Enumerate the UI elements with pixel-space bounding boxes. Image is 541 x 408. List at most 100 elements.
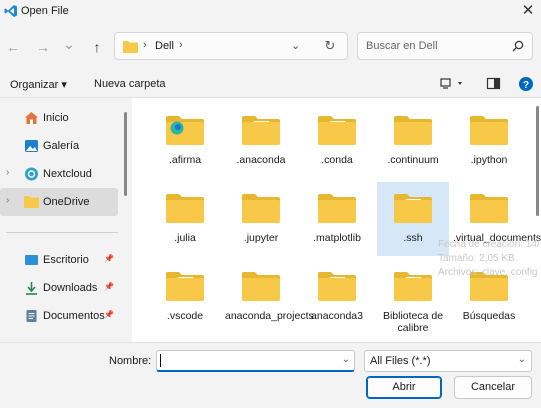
chevron-down-icon[interactable]: ⌄ <box>518 354 526 365</box>
gallery-icon <box>25 140 38 152</box>
folder-item[interactable]: .conda <box>301 104 373 178</box>
open-button[interactable]: Abrir <box>366 376 442 399</box>
folder-icon <box>242 116 280 145</box>
folder-item[interactable]: .jupyter <box>225 182 297 256</box>
folder-icon <box>394 194 432 223</box>
breadcrumb-dell[interactable]: Dell <box>155 40 174 52</box>
folder-item[interactable]: .matplotlib <box>301 182 373 256</box>
folder-name: Búsquedas <box>462 310 516 322</box>
documents-icon <box>26 310 37 322</box>
folder-icon <box>470 194 508 223</box>
sidebar-item-label: Inicio <box>43 112 69 124</box>
breadcrumb-separator: › <box>143 39 147 51</box>
folder-name: Biblioteca de calibre <box>382 310 444 334</box>
view-options-icon[interactable] <box>440 76 466 92</box>
chevron-down-icon[interactable]: ⌄ <box>291 39 300 52</box>
folder-name: .ipython <box>470 154 508 166</box>
desktop-icon <box>25 255 38 265</box>
back-arrow-icon[interactable]: ← <box>4 37 22 57</box>
up-arrow-icon[interactable]: ↑ <box>88 37 106 57</box>
folder-name: .jupyter <box>243 232 279 244</box>
sidebar-item-label: Documentos <box>43 310 105 322</box>
sidebar-item-label: Galería <box>43 140 80 152</box>
folder-item[interactable]: anaconda_projects <box>225 260 314 334</box>
folder-item[interactable]: .afirma <box>149 104 221 178</box>
folder-item[interactable]: anaconda3 <box>301 260 373 334</box>
address-bar[interactable]: › Dell › ⌄ <box>114 32 348 60</box>
file-list-scrollbar[interactable] <box>536 106 539 216</box>
tooltip-line: Archivos: clave, config <box>438 267 538 278</box>
file-type-value: All Files (*.*) <box>370 355 431 367</box>
folder-name: .anaconda <box>236 154 286 166</box>
pin-icon: 📌 <box>104 254 114 263</box>
folder-icon <box>242 272 280 301</box>
svg-text:?: ? <box>523 80 529 91</box>
folder-name: .afirma <box>168 154 202 166</box>
file-name-input[interactable]: ⌄ <box>156 350 355 372</box>
file-list: .afirma .anaconda .conda .continuum .ipython… <box>132 98 541 342</box>
cancel-button[interactable]: Cancelar <box>454 376 532 399</box>
pin-icon: 📌 <box>104 282 114 291</box>
folder-name: .continuum <box>387 154 439 166</box>
chevron-right-icon[interactable]: › <box>6 167 9 178</box>
close-icon[interactable]: ✕ <box>519 2 537 20</box>
download-icon <box>26 282 37 295</box>
folder-name: .vscode <box>166 310 204 322</box>
sidebar-item-escritorio[interactable]: Escritorio 📌 <box>0 246 118 274</box>
nextcloud-icon <box>25 167 38 181</box>
folder-item[interactable]: .vscode <box>149 260 221 334</box>
folder-name: anaconda3 <box>311 310 363 322</box>
pin-icon: 📌 <box>104 310 114 319</box>
sidebar-scrollbar[interactable] <box>124 112 127 196</box>
chevron-right-icon[interactable]: › <box>6 195 9 206</box>
breadcrumb-separator[interactable]: › <box>179 39 183 51</box>
folder-name: anaconda_projects <box>225 310 314 322</box>
sidebar-item-galeria[interactable]: Galería <box>0 132 118 160</box>
title-bar: Open File ✕ <box>0 0 541 24</box>
sidebar-item-label: Nextcloud <box>43 168 92 180</box>
folder-name: .julia <box>174 232 196 244</box>
forward-arrow-icon[interactable]: → <box>34 37 52 57</box>
chevron-down-icon[interactable]: ⌄ <box>342 354 350 365</box>
refresh-icon[interactable]: ↻ <box>322 38 338 54</box>
folder-icon <box>394 116 432 145</box>
organize-button[interactable]: Organizar ▾ <box>10 78 67 91</box>
tooltip-line: Tamaño: 2,05 KB <box>438 253 515 264</box>
sidebar-item-label: Downloads <box>43 282 98 294</box>
preview-pane-icon[interactable] <box>486 76 502 92</box>
folder-icon <box>242 194 280 223</box>
dialog-footer: Nombre: ⌄ All Files (*.*) ⌄ Abrir Cancel… <box>0 342 541 408</box>
sidebar-item-inicio[interactable]: Inicio <box>0 104 118 132</box>
folder-item[interactable]: .continuum <box>377 104 449 178</box>
folder-name: .matplotlib <box>313 232 361 244</box>
command-bar: Organizar ▾ Nueva carpeta ? <box>0 70 541 98</box>
folder-item[interactable]: .ipython <box>453 104 525 178</box>
folder-icon <box>166 116 204 145</box>
folder-icon <box>166 194 204 223</box>
folder-icon <box>24 196 39 208</box>
folder-name: .conda <box>321 154 353 166</box>
sidebar-divider <box>6 232 118 233</box>
help-icon[interactable]: ? <box>518 76 534 92</box>
folder-item[interactable]: .anaconda <box>225 104 297 178</box>
sidebar-item-onedrive[interactable]: › OneDrive <box>0 188 118 216</box>
new-folder-button[interactable]: Nueva carpeta <box>94 78 166 90</box>
folder-icon <box>318 272 356 301</box>
file-type-select[interactable]: All Files (*.*) ⌄ <box>364 350 532 372</box>
folder-icon <box>166 272 204 301</box>
window-title: Open File <box>21 5 69 17</box>
folder-icon <box>318 194 356 223</box>
vscode-icon <box>4 5 17 17</box>
folder-item[interactable]: .julia <box>149 182 221 256</box>
home-icon <box>25 112 38 124</box>
sidebar-item-nextcloud[interactable]: › Nextcloud <box>0 160 118 188</box>
folder-icon <box>318 116 356 145</box>
recent-locations-icon[interactable]: ⌄ <box>60 34 78 54</box>
search-placeholder: Buscar en Dell <box>366 40 438 52</box>
search-icon[interactable] <box>512 40 524 52</box>
sidebar-item-documentos[interactable]: Documentos 📌 <box>0 302 118 330</box>
text-caret <box>160 354 161 367</box>
sidebar-item-downloads[interactable]: Downloads 📌 <box>0 274 118 302</box>
search-input[interactable]: Buscar en Dell <box>357 32 533 60</box>
navigation-pane: Inicio Galería › Nextcloud › OneDrive Es… <box>0 98 132 342</box>
